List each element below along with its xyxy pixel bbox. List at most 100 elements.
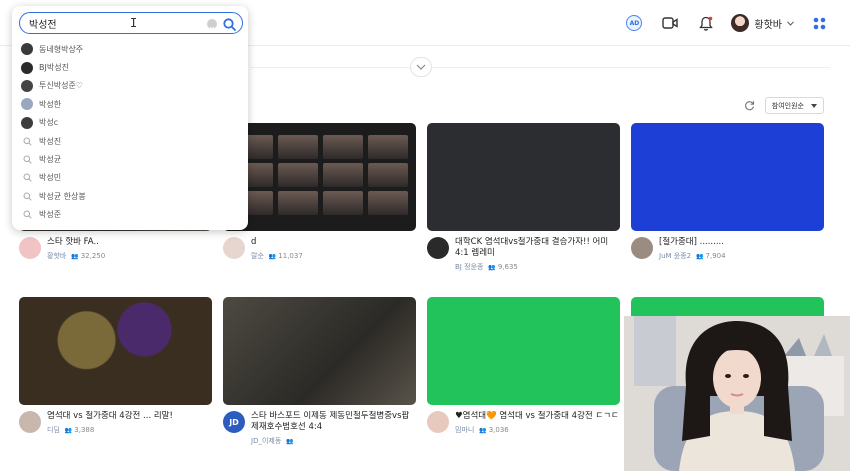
- refresh-icon[interactable]: [744, 100, 755, 111]
- channel-avatar: [21, 116, 33, 129]
- caret-down-icon: [811, 103, 817, 108]
- broadcast-button[interactable]: [659, 12, 681, 34]
- viewers-icon: 👥: [64, 427, 75, 434]
- live-title[interactable]: 염석대 vs 철가중대 4강전 ... 리말!: [47, 411, 173, 422]
- sort-selected-label: 참여인원순: [771, 101, 804, 110]
- user-menu[interactable]: 황핫바: [731, 14, 794, 32]
- card-subline: 디딤 👥 3,388: [47, 425, 173, 435]
- live-thumbnail[interactable]: [427, 123, 620, 231]
- search-suggestions: 동네형박상주 BJ박성진투신박성준♡ 박성한 박성c 박성진 박성균박성민박성균 한상봉박…: [21, 40, 241, 224]
- live-thumbnail[interactable]: [223, 297, 416, 405]
- card-text: 염석대 vs 철가중대 4강전 ... 리말! 디딤 👥 3,388: [47, 411, 173, 435]
- card-text: ♥염석대🧡 염석대 vs 철가중대 4강전 ㄷㄱㄷ 밈마니 👥 3,036: [455, 411, 619, 435]
- card-text: [철가중대] ......... JuM 윤종2 👥 7,904: [659, 237, 726, 261]
- search-suggestion-label: BJ박성진: [39, 63, 69, 73]
- live-thumbnail[interactable]: [19, 297, 212, 405]
- search-suggestion-item[interactable]: 박성민: [21, 169, 241, 187]
- card-text: 스타 바스포드 이제동 제동민철두철병중vs팝제재호수범호선 4:4 JD_이제동…: [251, 411, 416, 446]
- viewer-count: 👥 3,388: [65, 426, 94, 434]
- live-title[interactable]: 대학CK 염석대vs철가중대 결승가자!! 어미 4:1 렘레미: [455, 237, 620, 259]
- card-meta: 대학CK 염석대vs철가중대 결승가자!! 어미 4:1 렘레미 BJ 정윤종 👥 …: [427, 237, 620, 272]
- channel-name[interactable]: 밈마니: [455, 426, 474, 434]
- live-thumbnail[interactable]: [631, 123, 824, 231]
- search-icon: [223, 18, 236, 31]
- text-cursor-icon: I: [130, 16, 138, 30]
- search-icon: [21, 137, 33, 146]
- search-suggestion-item[interactable]: 박성한: [21, 95, 241, 113]
- live-card[interactable]: JD 스타 바스포드 이제동 제동민철두철병중vs팝제재호수범호선 4:4 JD_이…: [223, 297, 416, 446]
- viewer-count: 👥 7,904: [696, 252, 725, 260]
- card-meta: JD 스타 바스포드 이제동 제동민철두철병중vs팝제재호수범호선 4:4 JD_이…: [223, 411, 416, 446]
- live-card[interactable]: d 랄순 👥 11,037: [223, 123, 416, 261]
- search-suggestion-item[interactable]: 박성준: [21, 206, 241, 224]
- card-text: 대학CK 염석대vs철가중대 결승가자!! 어미 4:1 렘레미 BJ 정윤종 👥 …: [455, 237, 620, 272]
- channel-avatar[interactable]: [19, 411, 41, 433]
- live-title[interactable]: d: [251, 237, 303, 248]
- viewer-count-value: 11,037: [278, 252, 303, 260]
- search-suggestion-item[interactable]: 박성균: [21, 150, 241, 168]
- channel-avatar[interactable]: [223, 237, 245, 259]
- app-grid-button[interactable]: [808, 12, 830, 34]
- viewers-icon: 👥: [488, 264, 498, 271]
- card-subline: JD_이제동 👥: [251, 436, 416, 446]
- viewers-icon: 👥: [71, 253, 81, 260]
- live-card[interactable]: ♥염석대🧡 염석대 vs 철가중대 4강전 ㄷㄱㄷ 밈마니 👥 3,036: [427, 297, 620, 435]
- viewer-count-value: 32,250: [80, 252, 106, 260]
- viewers-icon: 👥: [696, 253, 706, 260]
- channel-avatar[interactable]: [427, 237, 449, 259]
- live-thumbnail[interactable]: [223, 123, 416, 231]
- search-suggestion-item[interactable]: 투신박성준♡: [21, 77, 241, 95]
- channel-name[interactable]: 랄순: [251, 252, 264, 260]
- search-input[interactable]: [29, 17, 199, 29]
- channel-avatar: [21, 98, 33, 111]
- viewer-count: 👥: [286, 437, 293, 445]
- search-suggestion-item[interactable]: 박성균 한상봉: [21, 187, 241, 205]
- channel-name[interactable]: JuM 윤종2: [659, 252, 691, 260]
- viewer-count-value: 3,388: [74, 426, 95, 434]
- clear-search-button[interactable]: [207, 19, 217, 32]
- search-icon: [21, 192, 33, 201]
- search-submit-button[interactable]: [223, 16, 236, 35]
- search-suggestion-item[interactable]: BJ박성진: [21, 58, 241, 76]
- live-title[interactable]: 스타 바스포드 이제동 제동민철두철병중vs팝제재호수범호선 4:4: [251, 411, 416, 433]
- sort-select[interactable]: 참여인원순: [764, 97, 824, 114]
- viewers-icon: 👥: [286, 438, 294, 445]
- viewer-count-value: 7,904: [705, 252, 726, 260]
- chevron-down-icon: [416, 64, 426, 70]
- search-suggestion-label: 박성준: [39, 210, 62, 220]
- notification-button[interactable]: [695, 12, 717, 34]
- channel-avatar[interactable]: [427, 411, 449, 433]
- search-icon: [21, 173, 33, 183]
- channel-avatar[interactable]: [631, 237, 653, 259]
- live-card[interactable]: 대학CK 염석대vs철가중대 결승가자!! 어미 4:1 렘레미 BJ 정윤종 👥 …: [427, 123, 620, 272]
- live-thumbnail[interactable]: [427, 297, 620, 405]
- search-suggestion-label: 동네형박상주: [39, 44, 84, 54]
- channel-name[interactable]: BJ 정윤종: [455, 263, 483, 271]
- card-subline: 황핫바 👥 32,250: [47, 251, 105, 261]
- live-card[interactable]: 염석대 vs 철가중대 4강전 ... 리말! 디딤 👥 3,388: [19, 297, 212, 435]
- channel-name[interactable]: 황핫바: [47, 252, 66, 260]
- card-text: d 랄순 👥 11,037: [251, 237, 303, 261]
- search-suggestion-item[interactable]: 박성진: [21, 132, 241, 150]
- card-subline: JuM 윤종2 👥 7,904: [659, 251, 726, 261]
- card-subline: 랄순 👥 11,037: [251, 251, 303, 261]
- channel-avatar[interactable]: JD: [223, 411, 245, 433]
- channel-avatar[interactable]: [19, 237, 41, 259]
- viewer-count-value: 9,635: [497, 263, 518, 271]
- search-suggestion-item[interactable]: 박성c: [21, 114, 241, 132]
- collapse-toggle[interactable]: [410, 57, 432, 77]
- search-box: I: [19, 12, 243, 34]
- streamer-webcam-image: [624, 316, 850, 471]
- live-title[interactable]: ♥염석대🧡 염석대 vs 철가중대 4강전 ㄷㄱㄷ: [455, 411, 619, 422]
- live-title[interactable]: 스타 핫바 FA..: [47, 237, 105, 248]
- channel-name[interactable]: 디딤: [47, 426, 60, 434]
- search-suggestion-item[interactable]: 동네형박상주: [21, 40, 241, 58]
- ad-button[interactable]: AD: [623, 12, 645, 34]
- search-suggestion-label: 박성민: [39, 173, 62, 183]
- card-meta: 스타 핫바 FA.. 황핫바 👥 32,250: [19, 237, 212, 261]
- viewer-count-value: 3,036: [488, 426, 509, 434]
- live-title[interactable]: [철가중대] .........: [659, 237, 726, 248]
- channel-name[interactable]: JD_이제동: [251, 437, 281, 445]
- card-subline: 밈마니 👥 3,036: [455, 425, 619, 435]
- live-card[interactable]: [철가중대] ......... JuM 윤종2 👥 7,904: [631, 123, 824, 261]
